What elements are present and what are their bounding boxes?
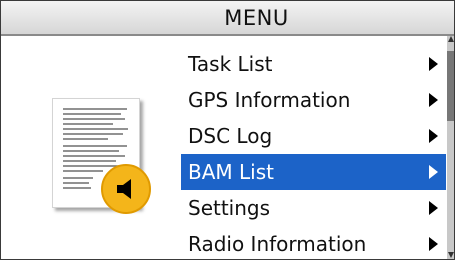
menu-item-label: BAM List	[188, 160, 274, 184]
menu-item-dsc-log[interactable]: DSC Log	[181, 118, 446, 154]
title-bar: MENU	[1, 1, 454, 36]
speaker-glyph	[117, 179, 131, 199]
chevron-right-icon	[429, 165, 438, 179]
menu-screen: MENU Task List GPS Information DSC Log B…	[0, 0, 455, 260]
menu-item-task-list[interactable]: Task List	[181, 46, 446, 82]
menu-item-label: DSC Log	[188, 124, 273, 148]
page-title: MENU	[224, 5, 289, 30]
chevron-right-icon	[429, 201, 438, 215]
menu-item-gps-information[interactable]: GPS Information	[181, 82, 446, 118]
menu-list: Task List GPS Information DSC Log BAM Li…	[181, 46, 446, 260]
chevron-right-icon	[429, 237, 438, 251]
chevron-right-icon	[429, 57, 438, 71]
menu-item-settings[interactable]: Settings	[181, 190, 446, 226]
menu-item-label: GPS Information	[188, 88, 351, 112]
scrollbar-thumb[interactable]	[447, 51, 454, 121]
menu-item-label: Settings	[188, 196, 271, 220]
scroll-up-icon[interactable]	[448, 36, 454, 42]
scroll-down-icon[interactable]	[448, 252, 454, 258]
menu-item-label: Task List	[188, 52, 273, 76]
speaker-icon	[101, 164, 151, 214]
menu-item-radio-information[interactable]: Radio Information	[181, 226, 446, 260]
chevron-right-icon	[429, 129, 438, 143]
chevron-right-icon	[429, 93, 438, 107]
menu-item-bam-list[interactable]: BAM List	[181, 154, 446, 190]
menu-item-label: Radio Information	[188, 232, 367, 256]
